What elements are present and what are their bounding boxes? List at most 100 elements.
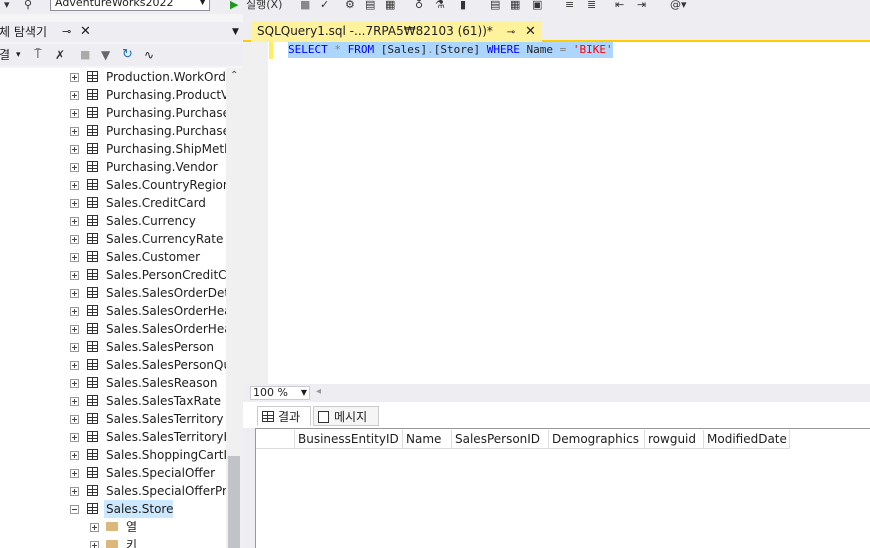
expand-icon[interactable] [70,127,79,136]
scrollbar-thumb[interactable] [228,456,240,548]
database-selector[interactable]: AdventureWorks2022 ▼ [50,0,210,11]
tab-messages[interactable]: 메시지 [313,406,379,426]
tree-item[interactable]: Purchasing.PurchaseO [0,104,226,122]
tab-sqlquery1[interactable]: SQLQuery1.sql -...7RPA5₩82103 (61))* ⊸ ✕ [251,21,542,42]
connect-plug-icon[interactable]: ⚲ [24,0,32,10]
pin-icon[interactable]: ⊸ [62,22,71,42]
tree-item[interactable]: Sales.CountryRegionC [0,176,226,194]
tree-item[interactable]: Sales.Currency [0,212,226,230]
row-header-corner[interactable] [256,430,295,449]
tree-item[interactable]: Sales.PersonCreditCarc [0,266,226,284]
execute-button-label[interactable]: 실행(X) [246,0,282,10]
column-header[interactable]: Demographics [549,430,645,449]
results-to-text-icon[interactable]: ▤ [490,0,500,10]
column-header[interactable]: BusinessEntityID [295,430,403,449]
tree-item[interactable]: Sales.Customer [0,248,226,266]
refresh-icon[interactable]: ↻ [122,44,133,66]
zoom-selector[interactable]: 100 % ▼ [250,386,310,400]
expand-icon[interactable] [70,145,79,154]
stop-icon[interactable]: ■ [300,0,310,10]
decrease-indent-icon[interactable]: ⇤ [615,0,624,10]
expand-icon[interactable] [70,73,79,82]
tree-item[interactable]: Sales.Store [0,500,226,518]
pin-icon[interactable]: ⊸ [507,27,515,38]
tree-item[interactable]: Sales.SalesOrderDetail [0,284,226,302]
grid-table[interactable]: BusinessEntityID Name SalesPersonID Demo… [255,428,870,548]
expand-icon[interactable] [70,199,79,208]
close-icon[interactable]: ✕ [525,24,536,39]
expand-icon[interactable] [70,397,79,406]
expand-icon[interactable] [70,307,79,316]
pin-icon[interactable]: ▾ [4,0,10,10]
results-to-grid-icon[interactable]: ▦ [510,0,520,10]
tree-scrollbar[interactable]: ⌃ [226,68,243,548]
tree-item[interactable]: Sales.SalesOrderHeade [0,320,226,338]
comment-icon[interactable]: ≡ [565,0,574,10]
uncomment-icon[interactable]: ≣ [587,0,596,10]
chevron-down-icon[interactable]: ▼ [232,22,239,42]
plan-icon[interactable]: ▤ [365,0,375,10]
expand-icon[interactable] [70,217,79,226]
query-editor[interactable]: SELECT * FROM [Sales].[Store] WHERE Name… [243,42,870,384]
column-header[interactable]: ModifiedDate [704,430,790,449]
stop-icon[interactable]: ■ [80,44,90,66]
tree-item[interactable]: Purchasing.Vendor [0,158,226,176]
tree-item[interactable]: Purchasing.ShipMetho [0,140,226,158]
results-to-file-icon[interactable]: ▣ [532,0,542,10]
tree-item[interactable]: Sales.ShoppingCartIte [0,446,226,464]
expand-icon[interactable] [70,325,79,334]
tree-item[interactable]: Sales.SalesTerritory [0,410,226,428]
tree-item[interactable]: Production.WorkOrder [0,68,226,86]
tree-item[interactable]: Sales.CreditCard [0,194,226,212]
tree-item[interactable]: 키 [0,536,226,548]
filter-icon[interactable]: ▼ [101,44,110,66]
execute-play-icon[interactable]: ▶ [230,0,238,10]
tree-item[interactable]: Sales.SalesReason [0,374,226,392]
expand-icon[interactable] [70,163,79,172]
expand-icon[interactable] [90,541,99,548]
parse-check-icon[interactable]: ✓ [320,0,329,10]
activity-monitor-icon[interactable]: ∿ [144,44,154,66]
expand-icon[interactable] [70,289,79,298]
expand-icon[interactable] [70,181,79,190]
tree-item[interactable]: Sales.SalesOrderHeade [0,302,226,320]
expand-icon[interactable] [70,433,79,442]
expand-icon[interactable] [70,253,79,262]
chevron-up-icon[interactable]: ⌃ [230,70,238,81]
expand-icon[interactable] [70,415,79,424]
debug-icon[interactable]: ⚙ [345,0,355,10]
expand-icon[interactable] [70,361,79,370]
expand-icon[interactable] [70,343,79,352]
expand-icon[interactable] [70,235,79,244]
tree-item[interactable]: Purchasing.ProductVe [0,86,226,104]
tree-item[interactable]: Sales.SpecialOffer [0,464,226,482]
intellisense-icon[interactable]: ⚗ [435,0,445,10]
connect-button[interactable]: 연결 [0,44,10,66]
tree-item[interactable]: Sales.SalesTaxRate [0,392,226,410]
column-header[interactable]: Name [403,430,452,449]
tree-item[interactable]: Sales.SalesPerson [0,338,226,356]
expand-icon[interactable] [70,451,79,460]
specify-values-icon[interactable]: @▾ [670,0,687,10]
results-grid-icon[interactable]: ▦ [385,0,395,10]
expand-icon[interactable] [90,523,99,532]
tree-item[interactable]: Sales.SalesPersonQuot [0,356,226,374]
column-header[interactable]: SalesPersonID [452,430,549,449]
query-options-icon[interactable]: ♁ [415,0,423,10]
expand-icon[interactable] [70,379,79,388]
tree-item[interactable]: 열 [0,518,226,536]
chevron-left-icon[interactable]: ◂ [316,386,321,397]
collapse-icon[interactable] [70,505,79,514]
sql-line-1[interactable]: SELECT * FROM [Sales].[Store] WHERE Name… [288,42,613,58]
close-icon[interactable]: ✕ [80,22,91,42]
expand-icon[interactable] [70,91,79,100]
column-header[interactable]: rowguid [645,430,704,449]
tree-item[interactable]: Sales.SpecialOfferProc [0,482,226,500]
connect-plug-icon[interactable]: ⍑ [34,44,42,66]
tree-item[interactable]: Sales.SalesTerritoryHis [0,428,226,446]
tab-results[interactable]: 결과 [257,406,311,426]
expand-icon[interactable] [70,487,79,496]
tree-item[interactable]: Sales.CurrencyRate [0,230,226,248]
tree-item[interactable]: Purchasing.PurchaseO [0,122,226,140]
expand-icon[interactable] [70,109,79,118]
